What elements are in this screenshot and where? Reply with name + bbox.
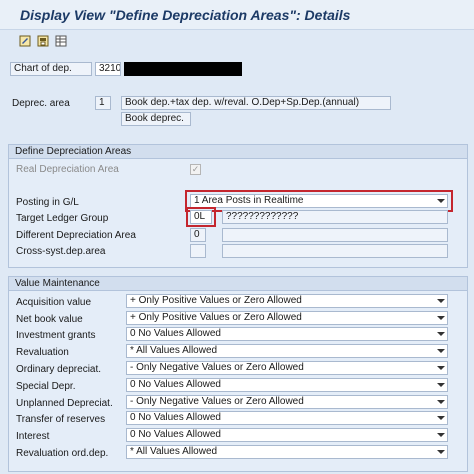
target-ledger-label: Target Ledger Group	[16, 213, 109, 224]
save-icon[interactable]	[36, 34, 50, 48]
group-heading: Define Depreciation Areas	[9, 145, 467, 159]
value-row-label: Acquisition value	[16, 297, 92, 308]
page-title: Display View "Define Depreciation Areas"…	[20, 7, 351, 23]
value-dropdown[interactable]: * All Values Allowed	[126, 445, 448, 459]
redacted-chart-description	[124, 62, 242, 76]
real-area-checkbox[interactable]: ✓	[190, 164, 201, 175]
diff-area-field[interactable]: 0	[190, 228, 206, 242]
deprec-area-description: Book dep.+tax dep. w/reval. O.Dep+Sp.Dep…	[121, 96, 391, 110]
value-dropdown[interactable]: 0 No Values Allowed	[126, 428, 448, 442]
group-heading: Value Maintenance	[9, 277, 467, 291]
diff-area-description	[222, 228, 448, 242]
posting-label: Posting in G/L	[16, 197, 79, 208]
value-row-label: Transfer of reserves	[16, 414, 106, 425]
value-row-label: Net book value	[16, 314, 83, 325]
chevron-down-icon	[437, 332, 445, 336]
chevron-down-icon	[437, 299, 445, 303]
chart-of-dep-field[interactable]: 3210	[95, 62, 121, 76]
value-row-label: Interest	[16, 431, 50, 442]
value-dropdown[interactable]: 0 No Values Allowed	[126, 378, 448, 392]
value-row-label: Investment grants	[16, 330, 96, 341]
value-option: * All Values Allowed	[130, 345, 218, 356]
value-option: 0 No Values Allowed	[130, 328, 221, 339]
target-ledger-highlight	[186, 207, 216, 227]
value-dropdown[interactable]: - Only Negative Values or Zero Allowed	[126, 395, 448, 409]
chart-label-box: Chart of dep.	[10, 62, 92, 76]
toolbar	[0, 30, 474, 52]
real-area-label: Real Depreciation Area	[16, 164, 119, 175]
cross-syst-field[interactable]	[190, 244, 206, 258]
value-row-label: Revaluation	[16, 347, 69, 358]
deprec-area-short-text: Book deprec.	[121, 112, 191, 126]
title-bar: Display View "Define Depreciation Areas"…	[0, 0, 474, 30]
display-change-icon[interactable]	[18, 34, 32, 48]
cross-syst-description	[222, 244, 448, 258]
value-option: - Only Negative Values or Zero Allowed	[130, 362, 304, 373]
chart-of-dep-label: Chart of dep.	[14, 63, 72, 74]
value-dropdown[interactable]: + Only Positive Values or Zero Allowed	[126, 311, 448, 325]
value-option: 0 No Values Allowed	[130, 379, 221, 390]
value-option: 0 No Values Allowed	[130, 429, 221, 440]
value-option: + Only Positive Values or Zero Allowed	[130, 295, 302, 306]
chevron-down-icon	[437, 433, 445, 437]
value-dropdown[interactable]: 0 No Values Allowed	[126, 327, 448, 341]
value-option: 0 No Values Allowed	[130, 412, 221, 423]
chevron-down-icon	[437, 400, 445, 404]
diff-area-label: Different Depreciation Area	[16, 230, 136, 241]
value-row-label: Special Depr.	[16, 381, 76, 392]
value-dropdown[interactable]: - Only Negative Values or Zero Allowed	[126, 361, 448, 375]
chevron-down-icon	[437, 383, 445, 387]
chevron-down-icon	[437, 450, 445, 454]
chevron-down-icon	[437, 349, 445, 353]
table-view-icon[interactable]	[54, 34, 68, 48]
value-row-label: Ordinary depreciat.	[16, 364, 102, 375]
target-ledger-description: ?????????????	[222, 210, 448, 224]
value-option: * All Values Allowed	[130, 446, 218, 457]
value-dropdown[interactable]: * All Values Allowed	[126, 344, 448, 358]
deprec-area-label: Deprec. area	[12, 98, 70, 109]
value-option: + Only Positive Values or Zero Allowed	[130, 312, 302, 323]
posting-highlight	[185, 190, 453, 212]
value-row-label: Unplanned Depreciat.	[16, 398, 113, 409]
cross-syst-label: Cross-syst.dep.area	[16, 246, 106, 257]
chevron-down-icon	[437, 416, 445, 420]
value-row-label: Revaluation ord.dep.	[16, 448, 109, 459]
value-option: - Only Negative Values or Zero Allowed	[130, 396, 304, 407]
chevron-down-icon	[437, 366, 445, 370]
main-content: Chart of dep. 3210 Deprec. area 1 Book d…	[0, 52, 474, 474]
value-dropdown[interactable]: 0 No Values Allowed	[126, 411, 448, 425]
deprec-area-field[interactable]: 1	[95, 96, 111, 110]
value-dropdown[interactable]: + Only Positive Values or Zero Allowed	[126, 294, 448, 308]
chevron-down-icon	[437, 316, 445, 320]
